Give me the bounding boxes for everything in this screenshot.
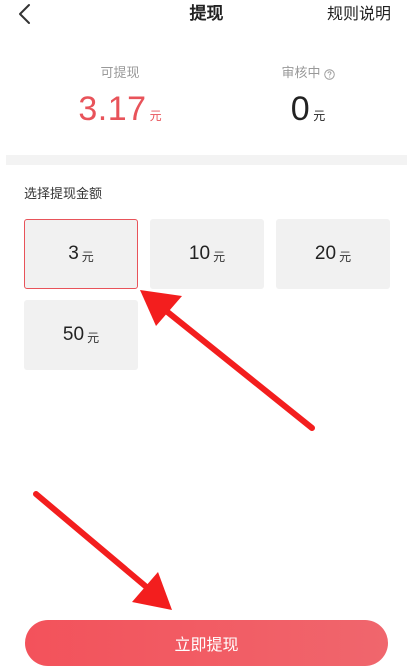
withdrawable-amount: 3.17 xyxy=(78,90,147,128)
withdrawable-stat: 可提现 3.17 元 xyxy=(30,62,210,129)
rules-link[interactable]: 规则说明 xyxy=(327,3,391,25)
amount-option-20[interactable]: 20 元 xyxy=(276,219,390,289)
withdrawable-label: 可提现 xyxy=(100,66,140,81)
reviewing-value-row: 0元 xyxy=(218,89,398,129)
amount-option-10[interactable]: 10 元 xyxy=(150,219,264,289)
section-divider xyxy=(6,155,407,165)
amount-value: 50 xyxy=(62,324,85,345)
amount-section-label: 选择提现金额 xyxy=(24,187,103,202)
withdrawable-value-row: 3.17 元 xyxy=(30,89,210,129)
amount-unit: 元 xyxy=(213,249,226,264)
reviewing-stat: 审核中 0元 xyxy=(218,62,398,129)
amount-value: 20 xyxy=(314,243,337,264)
amount-option-3[interactable]: 3元 xyxy=(24,219,138,289)
balance-summary: 可提现 3.17 元 审核中 0元 xyxy=(0,32,413,155)
amount-value: 10 xyxy=(188,243,211,264)
reviewing-label: 审核中 xyxy=(281,66,321,81)
arrow-to-withdraw-button xyxy=(33,491,172,610)
reviewing-amount: 0 xyxy=(290,90,311,128)
amount-option-50[interactable]: 50 元 xyxy=(24,300,138,370)
reviewing-label-row: 审核中 xyxy=(281,65,335,83)
header-bar: 提现 规则说明 xyxy=(0,0,413,32)
amount-value: 3 xyxy=(68,243,79,264)
amount-unit: 元 xyxy=(87,330,100,345)
amount-unit: 元 xyxy=(339,249,352,264)
arrow-to-amount-option xyxy=(140,290,315,431)
reviewing-unit: 元 xyxy=(313,109,326,123)
withdraw-now-button[interactable]: 立即提现 xyxy=(25,620,388,666)
amount-unit: 元 xyxy=(81,249,94,264)
withdrawable-unit: 元 xyxy=(149,109,162,123)
help-circle-icon[interactable] xyxy=(323,68,335,80)
